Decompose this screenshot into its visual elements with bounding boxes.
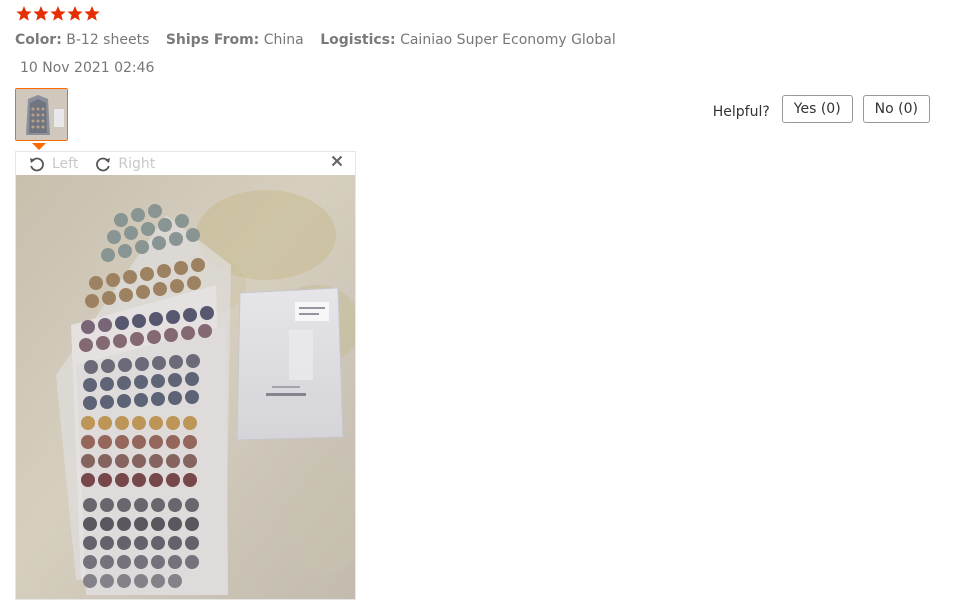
- attribute-label: Logistics:: [320, 32, 396, 48]
- rotate-left-icon: [30, 157, 44, 171]
- close-viewer-button[interactable]: [331, 155, 343, 171]
- attribute-color: Color: B-12 sheets: [15, 32, 149, 48]
- helpful-yes-button[interactable]: Yes (0): [781, 95, 853, 123]
- star-icon: [33, 6, 49, 21]
- thumbnail-image: [16, 89, 67, 140]
- attribute-label: Color:: [15, 32, 62, 48]
- attribute-value: B-12 sheets: [66, 32, 150, 48]
- review-date: 10 Nov 2021 02:46: [20, 60, 155, 76]
- photo-viewer: Left Right: [15, 151, 356, 600]
- rotate-right-label: Right: [118, 155, 156, 172]
- photo-viewer-toolbar: Left Right: [16, 152, 355, 175]
- helpful-label: Helpful?: [712, 104, 770, 120]
- helpful-no-button[interactable]: No (0): [862, 95, 930, 123]
- rotate-left-button[interactable]: Left: [28, 155, 78, 173]
- close-icon: [331, 155, 343, 167]
- thumbnail-selected-indicator: [32, 143, 46, 150]
- rotate-left-label: Left: [52, 155, 79, 172]
- review-photo-thumbnail[interactable]: [15, 88, 68, 141]
- attribute-label: Ships From:: [165, 32, 260, 48]
- attribute-value: Cainiao Super Economy Global: [400, 32, 616, 48]
- star-icon: [67, 6, 83, 21]
- star-rating: [16, 5, 100, 23]
- review-item: Color: B-12 sheets Ships From: China Log…: [0, 0, 967, 605]
- attribute-logistics: Logistics: Cainiao Super Economy Global: [320, 32, 616, 48]
- rotate-right-icon: [96, 157, 111, 171]
- attribute-ships-from: Ships From: China: [166, 32, 304, 48]
- star-icon: [16, 6, 32, 21]
- star-icon: [84, 6, 100, 21]
- review-photo-image: [16, 175, 355, 599]
- review-photo: [16, 175, 355, 599]
- attribute-value: China: [263, 32, 304, 48]
- star-icon: [50, 6, 66, 21]
- review-attributes: Color: B-12 sheets Ships From: China Log…: [15, 31, 628, 49]
- rotate-right-button[interactable]: Right: [94, 155, 155, 173]
- helpful-votes: Helpful? Yes (0) No (0): [713, 95, 930, 123]
